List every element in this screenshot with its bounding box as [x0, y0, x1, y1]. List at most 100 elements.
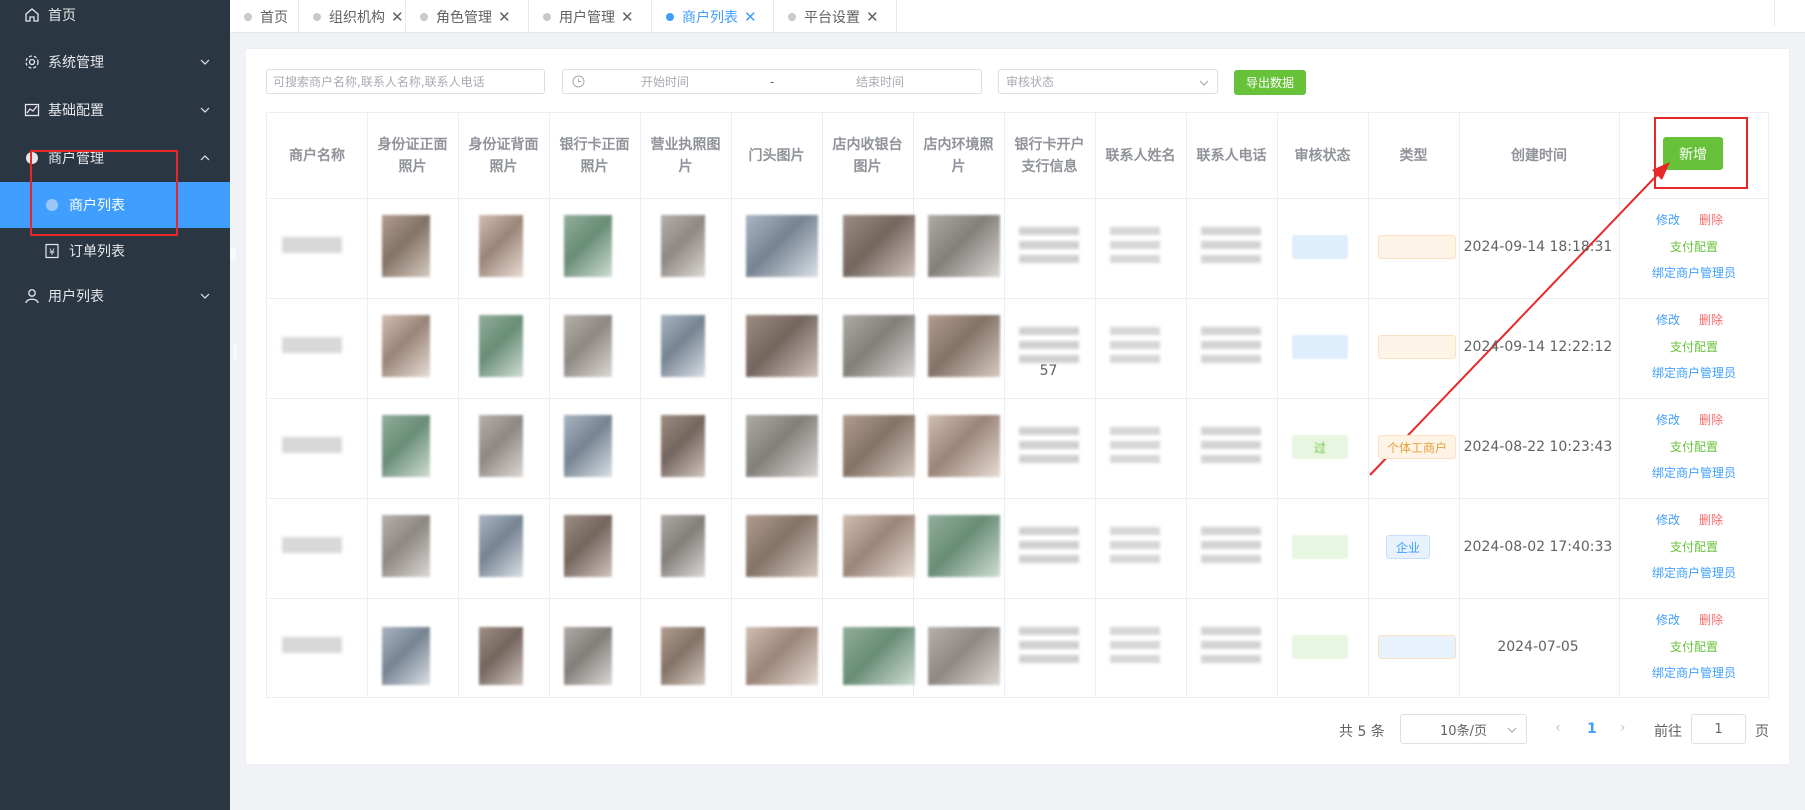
goto-label: 前往 [1654, 724, 1682, 740]
redacted-text [1110, 627, 1160, 663]
thumbnail-image[interactable] [479, 515, 523, 577]
thumbnail-image[interactable] [843, 215, 915, 277]
delete-link[interactable]: 删除 [1699, 611, 1723, 628]
type-badge: 个体工商户 [1378, 435, 1456, 459]
merchant-name-redacted [282, 337, 342, 353]
created-time: 2024-07-05 [1497, 639, 1579, 655]
type-badge [1378, 335, 1456, 359]
thumbnail-image[interactable] [746, 415, 818, 477]
thumbnail-image[interactable] [746, 315, 818, 377]
thumbnail-image[interactable] [843, 627, 915, 685]
thumbnail-image[interactable] [382, 315, 430, 377]
redacted-text [1019, 427, 1079, 463]
thumbnail-image[interactable] [479, 215, 523, 277]
merchant-name-redacted [282, 637, 342, 653]
redacted-text [1019, 227, 1079, 263]
thumbnail-image[interactable] [564, 515, 612, 577]
thumbnail-image[interactable] [928, 215, 1000, 277]
thumbnail-image[interactable] [928, 627, 1000, 685]
thumbnail-image[interactable] [928, 515, 1000, 577]
edit-link[interactable]: 修改 [1656, 411, 1680, 428]
delete-link[interactable]: 删除 [1699, 311, 1723, 328]
merchant-name-redacted [282, 537, 342, 553]
redacted-text [1110, 327, 1160, 363]
thumbnail-image[interactable] [746, 627, 818, 685]
type-badge [1378, 235, 1456, 259]
merchant-name-redacted [282, 437, 342, 453]
delete-link[interactable]: 删除 [1699, 411, 1723, 428]
pay-config-link[interactable]: 支付配置 [1670, 238, 1718, 255]
type-badge [1378, 635, 1456, 659]
thumbnail-image[interactable] [843, 315, 915, 377]
created-time: 2024-09-14 12:22:12 [1463, 339, 1613, 355]
bind-admin-link[interactable]: 绑定商户管理员 [1652, 264, 1736, 281]
redacted-text [1201, 327, 1261, 363]
chevron-down-icon [1507, 724, 1517, 739]
redacted-text [1110, 527, 1160, 563]
merchant-name-redacted [282, 237, 342, 253]
redacted-text [1019, 527, 1079, 563]
thumbnail-image[interactable] [564, 315, 612, 377]
delete-link[interactable]: 删除 [1699, 511, 1723, 528]
page-size-select[interactable]: 10条/页 [1400, 714, 1527, 744]
redacted-text [1201, 627, 1261, 663]
thumbnail-image[interactable] [661, 515, 705, 577]
pay-config-link[interactable]: 支付配置 [1670, 338, 1718, 355]
redacted-text [1201, 227, 1261, 263]
page-number[interactable]: 1 [1587, 721, 1597, 737]
page-jump-input[interactable]: 1 [1691, 714, 1746, 744]
bind-admin-link[interactable]: 绑定商户管理员 [1652, 464, 1736, 481]
bind-admin-link[interactable]: 绑定商户管理员 [1652, 364, 1736, 381]
thumbnail-image[interactable] [382, 215, 430, 277]
type-badge: 企业 [1386, 535, 1430, 559]
thumbnail-image[interactable] [661, 315, 705, 377]
status-badge [1292, 235, 1348, 259]
thumbnail-image[interactable] [661, 215, 705, 277]
thumbnail-image[interactable] [382, 515, 430, 577]
status-badge: 过 [1292, 435, 1348, 459]
thumbnail-image[interactable] [479, 627, 523, 685]
pay-config-link[interactable]: 支付配置 [1670, 538, 1718, 555]
prev-page-icon[interactable]: ‹ [1555, 720, 1561, 736]
thumbnail-image[interactable] [564, 215, 612, 277]
thumbnail-image[interactable] [928, 315, 1000, 377]
thumbnail-image[interactable] [479, 315, 523, 377]
thumbnail-image[interactable] [661, 415, 705, 477]
edit-link[interactable]: 修改 [1656, 611, 1680, 628]
bind-admin-link[interactable]: 绑定商户管理员 [1652, 564, 1736, 581]
thumbnail-image[interactable] [843, 515, 915, 577]
bank-info-text: 57 [1039, 363, 1058, 379]
created-time: 2024-08-02 17:40:33 [1463, 539, 1613, 555]
delete-link[interactable]: 删除 [1699, 211, 1723, 228]
redacted-text [1110, 427, 1160, 463]
thumbnail-image[interactable] [843, 415, 915, 477]
thumbnail-image[interactable] [479, 415, 523, 477]
thumbnail-image[interactable] [382, 415, 430, 477]
status-badge [1292, 535, 1348, 559]
thumbnail-image[interactable] [661, 627, 705, 685]
created-time: 2024-08-22 10:23:43 [1463, 439, 1613, 455]
redacted-text [1201, 427, 1261, 463]
edit-link[interactable]: 修改 [1656, 211, 1680, 228]
status-badge [1292, 335, 1348, 359]
redacted-text [1019, 327, 1079, 363]
thumbnail-image[interactable] [564, 627, 612, 685]
page-unit: 页 [1755, 724, 1769, 740]
edit-link[interactable]: 修改 [1656, 511, 1680, 528]
pay-config-link[interactable]: 支付配置 [1670, 638, 1718, 655]
thumbnail-image[interactable] [382, 627, 430, 685]
redacted-text [1201, 527, 1261, 563]
redacted-text [1110, 227, 1160, 263]
thumbnail-image[interactable] [928, 415, 1000, 477]
thumbnail-image[interactable] [746, 215, 818, 277]
thumbnail-image[interactable] [564, 415, 612, 477]
redacted-text [1019, 627, 1079, 663]
pay-config-link[interactable]: 支付配置 [1670, 438, 1718, 455]
thumbnail-image[interactable] [746, 515, 818, 577]
created-time: 2024-09-14 18:18:31 [1463, 239, 1613, 255]
status-badge [1292, 635, 1348, 659]
edit-link[interactable]: 修改 [1656, 311, 1680, 328]
total-count: 共 5 条 [1339, 724, 1385, 740]
bind-admin-link[interactable]: 绑定商户管理员 [1652, 664, 1736, 681]
next-page-icon[interactable]: › [1620, 720, 1626, 736]
